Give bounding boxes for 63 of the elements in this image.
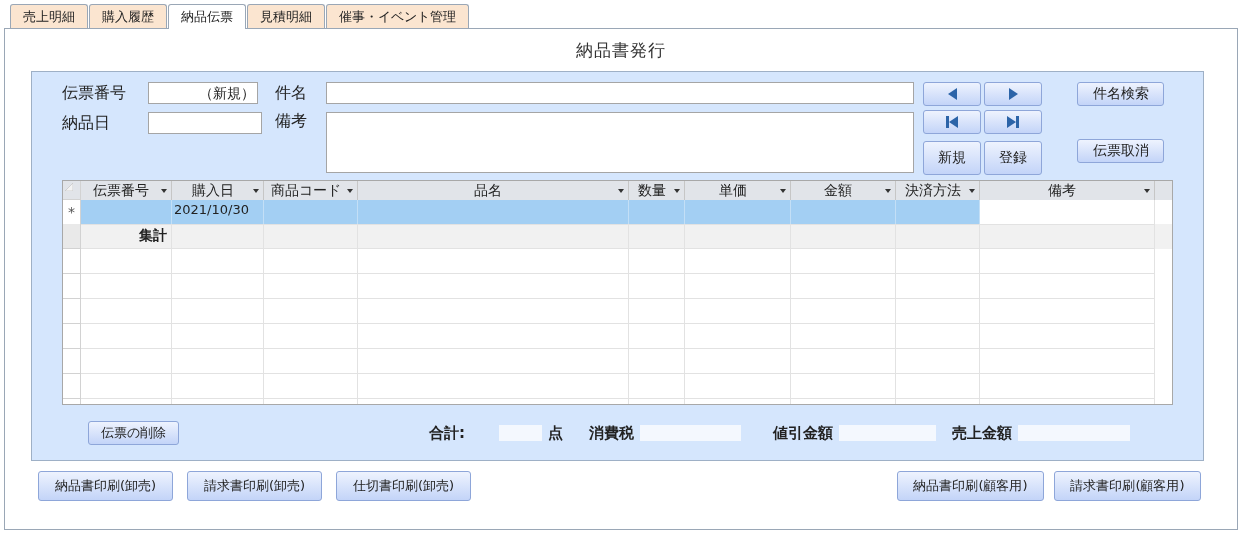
record-button[interactable]: 新規: [923, 141, 981, 175]
record-button[interactable]: 登録: [984, 141, 1042, 175]
next-record-button[interactable]: [984, 82, 1042, 106]
prev-record-button[interactable]: [923, 82, 981, 106]
print-button[interactable]: 請求書印刷(卸売): [187, 471, 322, 501]
total-label: 点: [548, 423, 563, 443]
form-title: 納品書発行: [575, 39, 667, 62]
right-triangle-icon: [1008, 88, 1018, 100]
table-cell: 2021/10/30: [172, 200, 264, 225]
total-label: 消費税: [589, 423, 634, 443]
print-button[interactable]: 納品書印刷(顧客用): [897, 471, 1044, 501]
dropdown-arrow-icon: [161, 189, 167, 193]
dropdown-arrow-icon: [1144, 189, 1150, 193]
dropdown-arrow-icon: [253, 189, 259, 193]
tab[interactable]: 催事・イベント管理: [326, 4, 469, 28]
first-record-icon: [946, 116, 958, 128]
dropdown-arrow-icon: [969, 189, 975, 193]
slip-number-field[interactable]: （新規）: [148, 82, 258, 104]
table-cell: [629, 349, 685, 374]
row-selector[interactable]: [63, 299, 81, 324]
memo-field[interactable]: [326, 112, 914, 173]
last-record-button[interactable]: [984, 110, 1042, 134]
row-selector[interactable]: [63, 274, 81, 299]
print-button[interactable]: 仕切書印刷(卸売): [336, 471, 471, 501]
table-cell: [629, 224, 685, 249]
row-selector[interactable]: [63, 349, 81, 374]
delivery-date-field[interactable]: [148, 112, 262, 134]
row-selector[interactable]: [63, 249, 81, 274]
table-cell: [629, 324, 685, 349]
tab[interactable]: 見積明細: [247, 4, 325, 28]
action-button[interactable]: 伝票取消: [1077, 139, 1164, 163]
row-selector[interactable]: [63, 324, 81, 349]
row-selector[interactable]: [63, 224, 81, 249]
dropdown-arrow-icon: [347, 189, 353, 193]
field-label: 伝票番号: [62, 82, 127, 104]
tab[interactable]: 売上明細: [10, 4, 88, 28]
subject-field[interactable]: [326, 82, 914, 104]
print-button[interactable]: 請求書印刷(顧客用): [1054, 471, 1201, 501]
table-cell: [629, 274, 685, 299]
dropdown-arrow-icon: [780, 189, 786, 193]
field-label: 件名: [275, 82, 308, 104]
first-record-button[interactable]: [923, 110, 981, 134]
total-label: 売上金額: [952, 423, 1012, 443]
tab[interactable]: 購入履歴: [89, 4, 167, 28]
total-label: 合計:: [429, 423, 465, 443]
select-all-corner-icon: [65, 183, 73, 191]
dropdown-arrow-icon: [885, 189, 891, 193]
dropdown-arrow-icon: [674, 189, 680, 193]
dropdown-arrow-icon: [618, 189, 624, 193]
tab[interactable]: 納品伝票: [168, 4, 246, 29]
action-button[interactable]: 件名検索: [1077, 82, 1164, 106]
row-selector[interactable]: [63, 374, 81, 399]
table-cell: [629, 299, 685, 324]
table-cell: [629, 249, 685, 274]
left-triangle-icon: [947, 88, 957, 100]
print-button[interactable]: 納品書印刷(卸売): [38, 471, 173, 501]
last-record-icon: [1007, 116, 1019, 128]
field-label: 納品日: [62, 112, 111, 134]
summary-label: 集計: [81, 224, 172, 249]
field-label: 備考: [275, 112, 308, 132]
delete-slip-button[interactable]: 伝票の削除: [88, 421, 179, 445]
total-field: [499, 425, 542, 441]
total-label: 値引金額: [773, 423, 833, 443]
